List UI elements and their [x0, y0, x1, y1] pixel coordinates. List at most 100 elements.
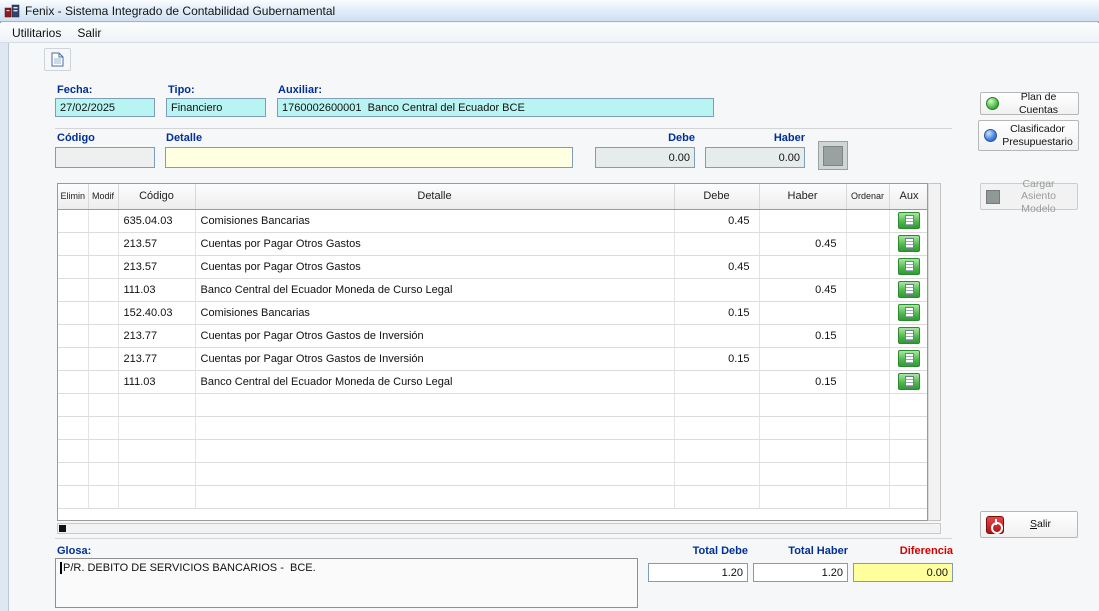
detalle-input[interactable]: [165, 147, 573, 168]
cell-empty[interactable]: [88, 439, 118, 462]
cell-modif[interactable]: [88, 278, 118, 301]
cell-empty[interactable]: [846, 393, 889, 416]
cell-haber[interactable]: 0.15: [759, 324, 846, 347]
gray-square-button[interactable]: [818, 141, 848, 170]
cell-debe[interactable]: [674, 278, 759, 301]
cell-elimin[interactable]: [58, 370, 88, 393]
grid-horizontal-scrollbar[interactable]: [57, 523, 941, 534]
cell-empty[interactable]: [846, 462, 889, 485]
codigo-input[interactable]: [55, 147, 155, 168]
table-row[interactable]: 213.77Cuentas por Pagar Otros Gastos de …: [58, 347, 928, 370]
cell-debe[interactable]: 0.45: [674, 255, 759, 278]
cell-modif[interactable]: [88, 347, 118, 370]
cell-ordenar[interactable]: [846, 370, 889, 393]
cell-modif[interactable]: [88, 370, 118, 393]
cell-empty[interactable]: [674, 439, 759, 462]
menu-salir[interactable]: Salir: [69, 24, 109, 42]
cell-elimin[interactable]: [58, 301, 88, 324]
clasificador-presupuestario-button[interactable]: Clasificador Presupuestario: [978, 120, 1079, 151]
cell-modif[interactable]: [88, 324, 118, 347]
haber-input[interactable]: [705, 147, 805, 168]
tipo-input[interactable]: [166, 98, 266, 117]
cell-empty[interactable]: [88, 393, 118, 416]
table-row[interactable]: 111.03Banco Central del Ecuador Moneda d…: [58, 370, 928, 393]
cell-detalle[interactable]: Cuentas por Pagar Otros Gastos: [195, 255, 674, 278]
cell-codigo[interactable]: 213.77: [118, 324, 195, 347]
table-row-empty[interactable]: [58, 439, 928, 462]
cell-empty[interactable]: [846, 439, 889, 462]
table-row-empty[interactable]: [58, 485, 928, 508]
cell-empty[interactable]: [674, 485, 759, 508]
cell-detalle[interactable]: Cuentas por Pagar Otros Gastos de Invers…: [195, 347, 674, 370]
table-row[interactable]: 213.77Cuentas por Pagar Otros Gastos de …: [58, 324, 928, 347]
cell-empty[interactable]: [58, 416, 88, 439]
cell-empty[interactable]: [889, 439, 928, 462]
cell-empty[interactable]: [88, 462, 118, 485]
cell-empty[interactable]: [674, 416, 759, 439]
menu-utilitarios[interactable]: Utilitarios: [4, 24, 69, 42]
aux-button[interactable]: [898, 212, 920, 229]
aux-button[interactable]: [898, 258, 920, 275]
cell-haber[interactable]: [759, 301, 846, 324]
cell-ordenar[interactable]: [846, 232, 889, 255]
cell-haber[interactable]: 0.45: [759, 278, 846, 301]
cell-elimin[interactable]: [58, 209, 88, 232]
cell-ordenar[interactable]: [846, 347, 889, 370]
auxiliar-input[interactable]: [277, 98, 714, 117]
cell-empty[interactable]: [88, 416, 118, 439]
cell-empty[interactable]: [58, 462, 88, 485]
cell-empty[interactable]: [759, 462, 846, 485]
cell-codigo[interactable]: 213.77: [118, 347, 195, 370]
cell-detalle[interactable]: Cuentas por Pagar Otros Gastos: [195, 232, 674, 255]
aux-button[interactable]: [898, 235, 920, 252]
cell-haber[interactable]: [759, 347, 846, 370]
cell-ordenar[interactable]: [846, 278, 889, 301]
fecha-input[interactable]: [55, 98, 155, 117]
cell-empty[interactable]: [118, 439, 195, 462]
cell-empty[interactable]: [759, 393, 846, 416]
cell-haber[interactable]: [759, 255, 846, 278]
cell-detalle[interactable]: Banco Central del Ecuador Moneda de Curs…: [195, 278, 674, 301]
cell-debe[interactable]: [674, 232, 759, 255]
grid-vertical-scrollbar[interactable]: [928, 183, 941, 521]
cell-empty[interactable]: [58, 393, 88, 416]
cell-empty[interactable]: [759, 416, 846, 439]
cell-empty[interactable]: [195, 462, 674, 485]
cell-ordenar[interactable]: [846, 255, 889, 278]
cell-empty[interactable]: [118, 485, 195, 508]
cell-empty[interactable]: [118, 416, 195, 439]
cell-elimin[interactable]: [58, 255, 88, 278]
cell-empty[interactable]: [846, 485, 889, 508]
salir-button[interactable]: Salir: [980, 511, 1078, 538]
cell-codigo[interactable]: 635.04.03: [118, 209, 195, 232]
cell-haber[interactable]: [759, 209, 846, 232]
cell-codigo[interactable]: 213.57: [118, 255, 195, 278]
cell-detalle[interactable]: Comisiones Bancarias: [195, 301, 674, 324]
aux-button[interactable]: [898, 304, 920, 321]
cell-empty[interactable]: [118, 393, 195, 416]
cell-detalle[interactable]: Banco Central del Ecuador Moneda de Curs…: [195, 370, 674, 393]
cell-detalle[interactable]: Comisiones Bancarias: [195, 209, 674, 232]
aux-button[interactable]: [898, 373, 920, 390]
debe-input[interactable]: [595, 147, 695, 168]
glosa-input[interactable]: P/R. DEBITO DE SERVICIOS BANCARIOS - BCE…: [55, 558, 638, 608]
cell-ordenar[interactable]: [846, 324, 889, 347]
cell-codigo[interactable]: 111.03: [118, 278, 195, 301]
table-row[interactable]: 152.40.03Comisiones Bancarias0.15: [58, 301, 928, 324]
cell-empty[interactable]: [889, 485, 928, 508]
cell-ordenar[interactable]: [846, 301, 889, 324]
table-row-empty[interactable]: [58, 462, 928, 485]
new-entry-button[interactable]: [44, 48, 71, 71]
table-row[interactable]: 635.04.03Comisiones Bancarias0.45: [58, 209, 928, 232]
aux-button[interactable]: [898, 327, 920, 344]
table-row-empty[interactable]: [58, 416, 928, 439]
cell-elimin[interactable]: [58, 232, 88, 255]
cell-debe[interactable]: 0.45: [674, 209, 759, 232]
cargar-asiento-modelo-button[interactable]: Cargar Asiento Modelo: [980, 183, 1078, 210]
cell-modif[interactable]: [88, 301, 118, 324]
plan-de-cuentas-button[interactable]: Plan de Cuentas: [980, 92, 1079, 115]
cell-empty[interactable]: [195, 416, 674, 439]
scrollbar-thumb[interactable]: [59, 525, 66, 532]
cell-elimin[interactable]: [58, 278, 88, 301]
cell-empty[interactable]: [88, 485, 118, 508]
